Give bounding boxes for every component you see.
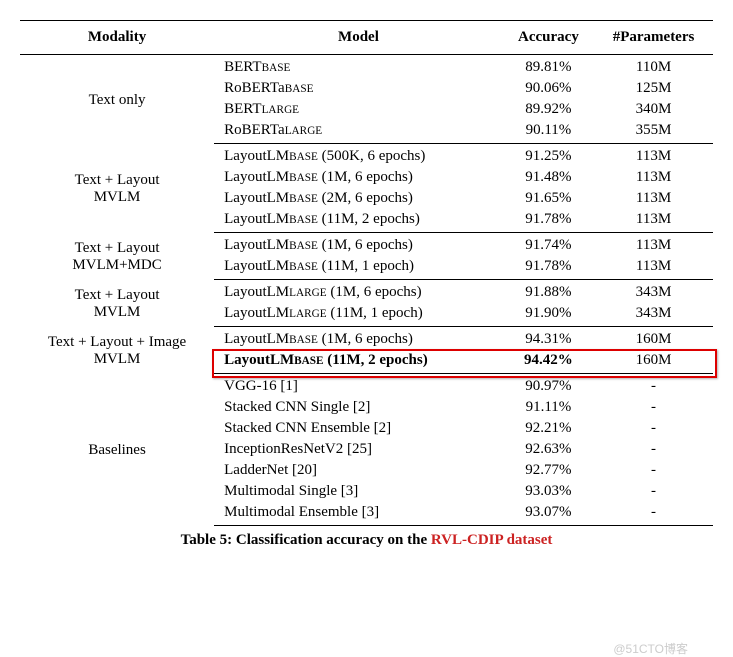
accuracy-cell: 91.74% (503, 233, 594, 257)
accuracy-cell: 89.81% (503, 55, 594, 79)
params-cell: - (594, 502, 713, 526)
accuracy-cell: 91.88% (503, 280, 594, 304)
params-cell: 113M (594, 209, 713, 233)
params-cell: 343M (594, 303, 713, 327)
model-cell: LayoutLMBASE (500K, 6 epochs) (214, 144, 503, 168)
col-modality: Modality (20, 21, 214, 55)
accuracy-cell: 92.21% (503, 418, 594, 439)
params-cell: - (594, 439, 713, 460)
model-cell: LayoutLMBASE (11M, 2 epochs) (214, 209, 503, 233)
model-cell: LayoutLMBASE (11M, 2 epochs) (214, 350, 503, 374)
params-cell: 113M (594, 233, 713, 257)
params-cell: 110M (594, 55, 713, 79)
table-row: Text + LayoutMVLM+MDCLayoutLMBASE (1M, 6… (20, 233, 713, 257)
accuracy-cell: 92.77% (503, 460, 594, 481)
model-cell: LadderNet [20] (214, 460, 503, 481)
accuracy-cell: 91.48% (503, 167, 594, 188)
col-accuracy: Accuracy (503, 21, 594, 55)
params-cell: - (594, 397, 713, 418)
table-caption: Table 5: Classification accuracy on the … (20, 532, 713, 549)
accuracy-cell: 90.97% (503, 374, 594, 398)
model-cell: Stacked CNN Single [2] (214, 397, 503, 418)
params-cell: 343M (594, 280, 713, 304)
params-cell: 160M (594, 327, 713, 351)
model-cell: LayoutLMBASE (2M, 6 epochs) (214, 188, 503, 209)
model-cell: RoBERTaLARGE (214, 120, 503, 144)
params-cell: 125M (594, 78, 713, 99)
modality-cell: Text + LayoutMVLM (20, 280, 214, 327)
model-cell: RoBERTaBASE (214, 78, 503, 99)
col-parameters: #Parameters (594, 21, 713, 55)
model-cell: LayoutLMLARGE (1M, 6 epochs) (214, 280, 503, 304)
params-cell: 160M (594, 350, 713, 374)
params-cell: 113M (594, 167, 713, 188)
table-row: Text onlyBERTBASE89.81%110M (20, 55, 713, 79)
params-cell: 355M (594, 120, 713, 144)
model-cell: LayoutLMBASE (11M, 1 epoch) (214, 256, 503, 280)
params-cell: 340M (594, 99, 713, 120)
model-cell: LayoutLMBASE (1M, 6 epochs) (214, 167, 503, 188)
model-cell: Stacked CNN Ensemble [2] (214, 418, 503, 439)
model-cell: LayoutLMLARGE (11M, 1 epoch) (214, 303, 503, 327)
params-cell: - (594, 481, 713, 502)
params-cell: - (594, 418, 713, 439)
model-cell: BERTLARGE (214, 99, 503, 120)
accuracy-cell: 91.25% (503, 144, 594, 168)
modality-cell: Baselines (20, 374, 214, 526)
accuracy-cell: 91.11% (503, 397, 594, 418)
model-cell: VGG-16 [1] (214, 374, 503, 398)
accuracy-cell: 91.78% (503, 209, 594, 233)
accuracy-cell: 93.07% (503, 502, 594, 526)
accuracy-cell: 92.63% (503, 439, 594, 460)
model-cell: LayoutLMBASE (1M, 6 epochs) (214, 233, 503, 257)
watermark: @51CTO博客 (613, 640, 688, 657)
col-model: Model (214, 21, 503, 55)
accuracy-cell: 91.65% (503, 188, 594, 209)
accuracy-cell: 90.06% (503, 78, 594, 99)
model-cell: LayoutLMBASE (1M, 6 epochs) (214, 327, 503, 351)
params-cell: 113M (594, 188, 713, 209)
accuracy-cell: 93.03% (503, 481, 594, 502)
caption-prefix: Table 5: Classification accuracy on the (181, 532, 431, 548)
accuracy-cell: 90.11% (503, 120, 594, 144)
table-row: Text + LayoutMVLMLayoutLMLARGE (1M, 6 ep… (20, 280, 713, 304)
accuracy-cell: 89.92% (503, 99, 594, 120)
accuracy-cell: 94.31% (503, 327, 594, 351)
model-cell: InceptionResNetV2 [25] (214, 439, 503, 460)
modality-cell: Text + Layout + ImageMVLM (20, 327, 214, 374)
table-row: BaselinesVGG-16 [1]90.97%- (20, 374, 713, 398)
accuracy-cell: 91.78% (503, 256, 594, 280)
model-cell: BERTBASE (214, 55, 503, 79)
model-cell: Multimodal Single [3] (214, 481, 503, 502)
table-row: Text + LayoutMVLMLayoutLMBASE (500K, 6 e… (20, 144, 713, 168)
params-cell: 113M (594, 256, 713, 280)
accuracy-cell: 94.42% (503, 350, 594, 374)
accuracy-cell: 91.90% (503, 303, 594, 327)
caption-dataset: RVL-CDIP dataset (431, 532, 553, 548)
table-row: Text + Layout + ImageMVLMLayoutLMBASE (1… (20, 327, 713, 351)
results-table: Modality Model Accuracy #Parameters Text… (20, 20, 713, 526)
params-cell: - (594, 374, 713, 398)
model-cell: Multimodal Ensemble [3] (214, 502, 503, 526)
modality-cell: Text + LayoutMVLM+MDC (20, 233, 214, 280)
params-cell: 113M (594, 144, 713, 168)
params-cell: - (594, 460, 713, 481)
modality-cell: Text + LayoutMVLM (20, 144, 214, 233)
modality-cell: Text only (20, 55, 214, 144)
